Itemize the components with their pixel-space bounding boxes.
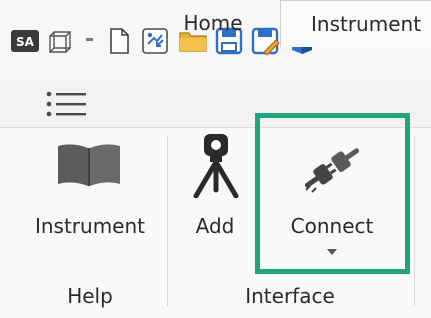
- tab-home[interactable]: Home: [166, 0, 260, 47]
- instrument-help-label: Instrument: [34, 214, 146, 238]
- group-label-interface: Interface: [245, 284, 335, 308]
- book-icon: [58, 144, 120, 186]
- new-file-icon[interactable]: [104, 26, 134, 56]
- app-window: SA Home Instrument Instrument Add Connec…: [0, 0, 431, 318]
- svg-text:SA: SA: [16, 35, 35, 49]
- 3d-cube-icon[interactable]: [46, 26, 76, 56]
- sa-app-icon[interactable]: SA: [10, 26, 40, 56]
- tripod-instrument-icon: [193, 134, 239, 198]
- group-separator: [414, 136, 415, 306]
- add-label: Add: [195, 214, 235, 238]
- menu-list-icon[interactable]: [42, 90, 92, 118]
- group-label-help: Help: [67, 284, 113, 308]
- tab-instrument-label: Instrument: [311, 12, 422, 36]
- separator-dash: [86, 38, 93, 41]
- add-instrument-button[interactable]: Add: [178, 130, 252, 280]
- instrument-help-button[interactable]: Instrument: [20, 130, 160, 280]
- highlight-box: [255, 113, 410, 274]
- tab-home-label: Home: [183, 11, 243, 35]
- tab-instrument[interactable]: Instrument: [280, 0, 431, 47]
- group-separator: [167, 136, 168, 306]
